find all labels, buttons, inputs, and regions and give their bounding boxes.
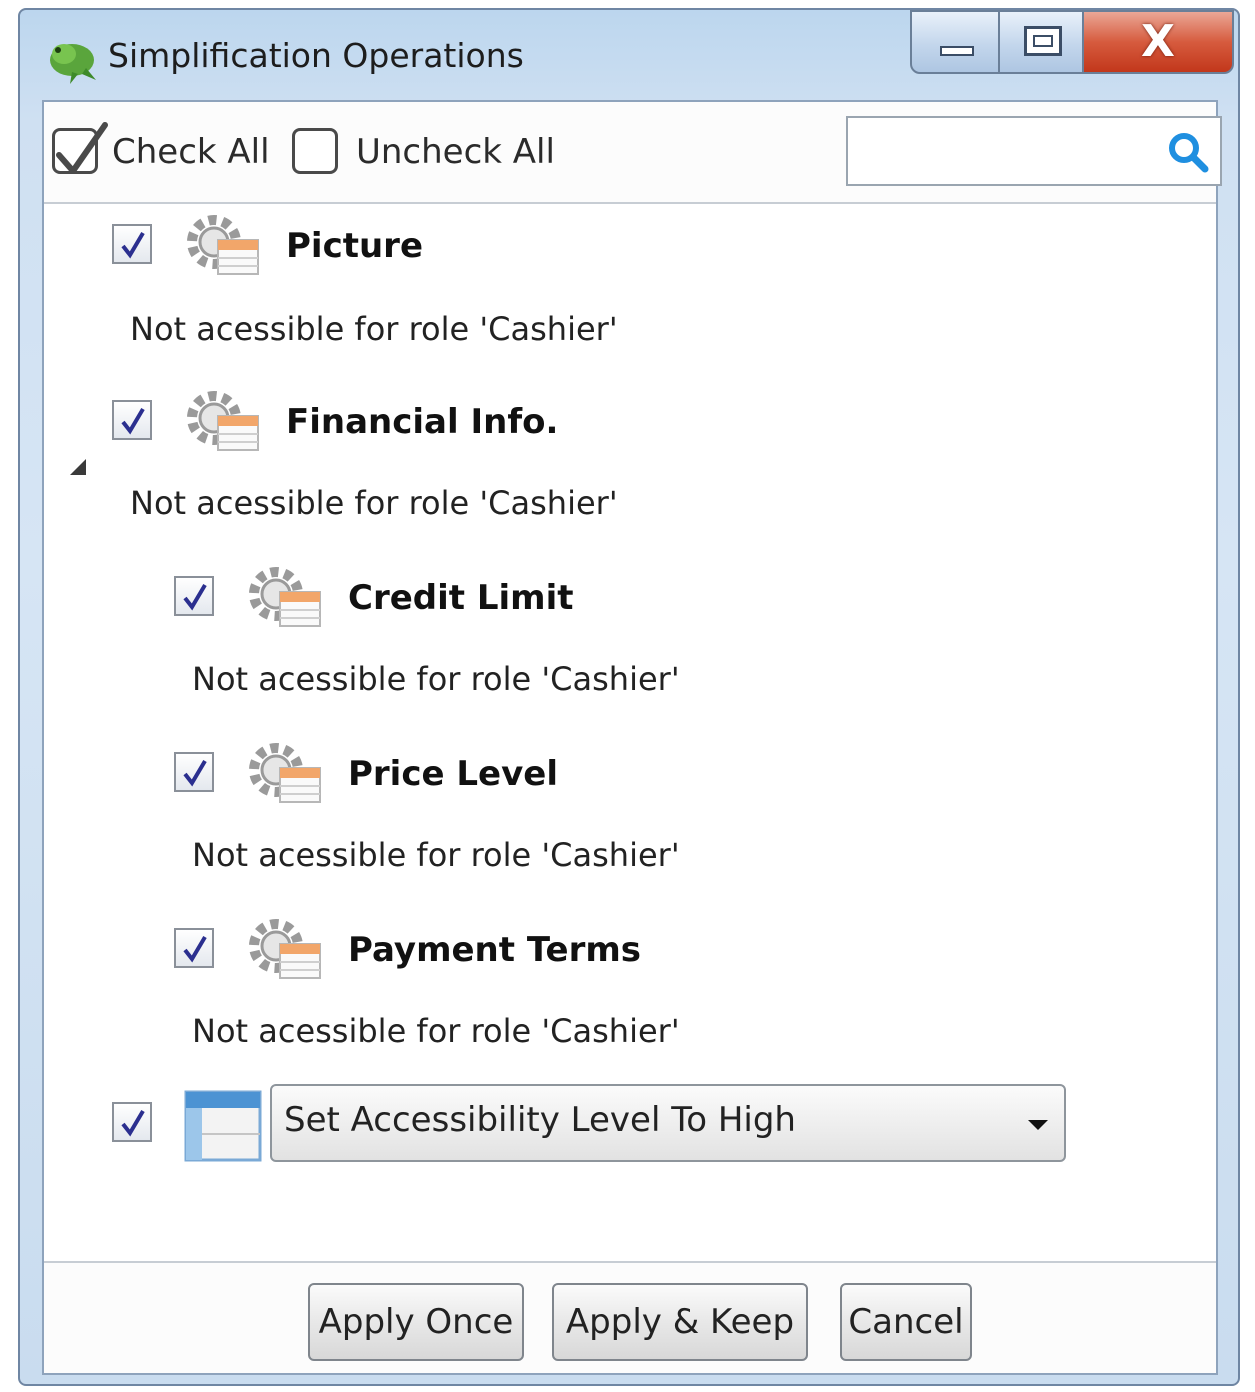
gear-form-icon — [249, 919, 321, 979]
price-level-description: Not acessible for role 'Cashier' — [192, 836, 680, 874]
uncheck-all-checkbox[interactable] — [292, 128, 338, 174]
check-icon — [56, 122, 108, 174]
credit-limit-checkbox[interactable] — [174, 576, 214, 616]
credit-limit-description: Not acessible for role 'Cashier' — [192, 660, 680, 698]
accessibility-level-dropdown[interactable]: Set Accessibility Level To High — [270, 1084, 1066, 1162]
chevron-down-icon — [1028, 1120, 1048, 1130]
check-icon — [121, 231, 145, 259]
title-bar[interactable]: Simplification Operations X — [20, 10, 1238, 102]
check-all-label[interactable]: Check All — [112, 132, 270, 172]
financial-info-checkbox[interactable] — [112, 400, 152, 440]
credit-limit-title: Credit Limit — [348, 578, 574, 618]
search-field[interactable] — [846, 116, 1222, 186]
check-icon — [121, 1109, 145, 1137]
financial-info-description: Not acessible for role 'Cashier' — [130, 484, 618, 522]
financial-info-title: Financial Info. — [286, 402, 559, 442]
check-icon — [183, 759, 207, 787]
check-all-checkbox[interactable] — [52, 122, 108, 174]
payment-terms-checkbox[interactable] — [174, 928, 214, 968]
picture-description: Not acessible for role 'Cashier' — [130, 310, 618, 348]
picture-title: Picture — [286, 226, 424, 266]
minimize-icon — [940, 46, 974, 56]
maximize-button[interactable] — [998, 10, 1084, 74]
gear-form-icon — [249, 567, 321, 627]
check-icon — [121, 407, 145, 435]
search-input[interactable] — [856, 126, 1160, 178]
layout-icon — [184, 1090, 262, 1162]
dialog-footer: Apply Once Apply & Keep Cancel — [44, 1261, 1216, 1373]
operations-panel: Check All Uncheck All Picture Not acessi… — [42, 100, 1222, 1375]
close-button[interactable]: X — [1082, 10, 1234, 74]
gear-form-icon — [187, 215, 259, 275]
maximize-icon — [1024, 26, 1062, 56]
payment-terms-description: Not acessible for role 'Cashier' — [192, 1012, 680, 1050]
accessibility-checkbox[interactable] — [112, 1102, 152, 1142]
dialog-window: Simplification Operations X Check All Un… — [18, 8, 1240, 1386]
price-level-checkbox[interactable] — [174, 752, 214, 792]
search-icon[interactable] — [1166, 130, 1210, 174]
toolbar: Check All Uncheck All — [44, 102, 1222, 204]
gear-form-icon — [249, 743, 321, 803]
gear-form-icon — [187, 391, 259, 451]
collapse-arrow-icon[interactable] — [70, 459, 86, 475]
operations-list: Picture Not acessible for role 'Cashier'… — [44, 204, 1216, 1266]
picture-checkbox[interactable] — [112, 224, 152, 264]
dropdown-selected-value: Set Accessibility Level To High — [284, 1100, 796, 1140]
apply-keep-button[interactable]: Apply & Keep — [552, 1283, 808, 1361]
green-lizard-icon — [50, 44, 96, 84]
minimize-button[interactable] — [910, 10, 1000, 74]
window-title: Simplification Operations — [108, 36, 524, 75]
check-icon — [183, 583, 207, 611]
price-level-title: Price Level — [348, 754, 558, 794]
cancel-button[interactable]: Cancel — [840, 1283, 972, 1361]
check-icon — [183, 935, 207, 963]
payment-terms-title: Payment Terms — [348, 930, 642, 970]
close-icon: X — [1141, 16, 1175, 67]
apply-once-button[interactable]: Apply Once — [308, 1283, 524, 1361]
uncheck-all-label[interactable]: Uncheck All — [356, 132, 555, 172]
